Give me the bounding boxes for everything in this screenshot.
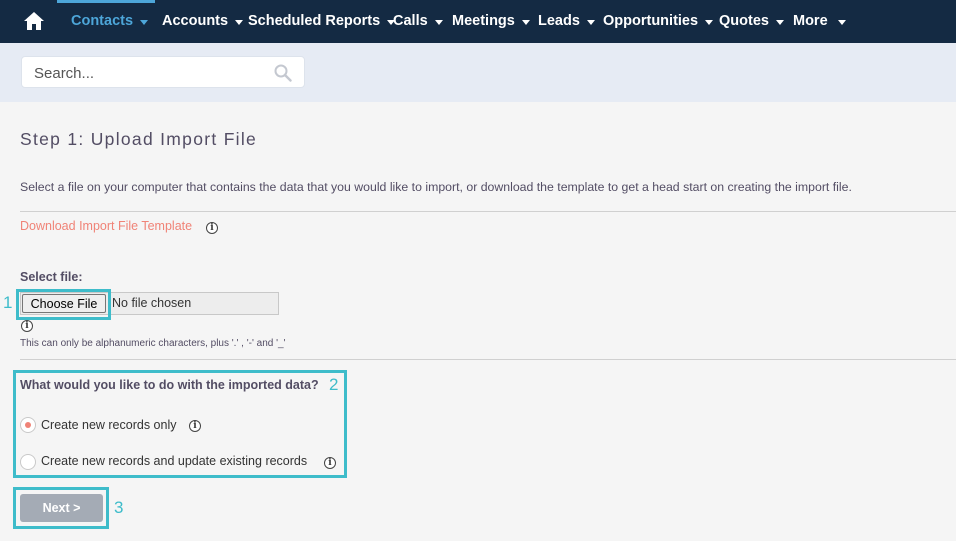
chevron-down-icon xyxy=(775,19,784,25)
nav-item-accounts[interactable]: Accounts xyxy=(162,12,244,30)
callout-number-3: 3 xyxy=(114,498,124,517)
nav-item-calls[interactable]: Calls xyxy=(393,12,443,30)
info-icon[interactable]: i xyxy=(21,320,33,332)
nav-item-label: Quotes xyxy=(719,13,769,29)
search-input[interactable] xyxy=(34,63,274,83)
nav-item-opportunities[interactable]: Opportunities xyxy=(603,12,714,30)
nav-item-label: Calls xyxy=(393,13,428,29)
nav-item-label: Meetings xyxy=(452,13,515,29)
file-status: No file chosen xyxy=(112,296,192,310)
nav-item-meetings[interactable]: Meetings xyxy=(452,12,530,30)
nav-item-quotes[interactable]: Quotes xyxy=(719,12,784,30)
divider xyxy=(20,211,956,212)
callout-box-3 xyxy=(13,487,109,529)
page-title: Step 1: Upload Import File xyxy=(20,129,258,149)
home-button[interactable] xyxy=(22,10,46,32)
chevron-down-icon xyxy=(140,19,149,25)
chevron-down-icon xyxy=(837,19,846,25)
callout-box-2 xyxy=(13,370,347,478)
download-template-link[interactable]: Download Import File Template xyxy=(20,219,192,233)
nav-item-label: More xyxy=(793,13,828,29)
nav-item-label: Scheduled Reports xyxy=(248,13,381,29)
divider xyxy=(20,359,956,360)
callout-box-1 xyxy=(16,289,111,320)
chevron-down-icon xyxy=(235,19,244,25)
chevron-down-icon xyxy=(521,19,530,25)
nav-item-leads[interactable]: Leads xyxy=(538,12,595,30)
nav-item-label: Contacts xyxy=(71,13,134,29)
top-navigation: Contacts Accounts Scheduled Reports Call… xyxy=(0,0,956,43)
chevron-down-icon xyxy=(434,19,443,25)
chevron-down-icon xyxy=(586,19,595,25)
select-file-label: Select file: xyxy=(20,270,83,284)
callout-number-1: 1 xyxy=(3,293,13,312)
nav-item-scheduled-reports[interactable]: Scheduled Reports xyxy=(248,12,396,30)
home-icon xyxy=(24,12,44,30)
search-box xyxy=(21,56,305,88)
nav-item-label: Accounts xyxy=(162,13,229,29)
active-tab-indicator xyxy=(57,0,155,3)
nav-item-label: Leads xyxy=(538,13,580,29)
search-band xyxy=(0,43,956,102)
nav-item-more[interactable]: More xyxy=(793,12,846,30)
nav-item-contacts[interactable]: Contacts xyxy=(71,12,149,30)
file-name-hint: This can only be alphanumeric characters… xyxy=(20,338,286,349)
callout-number-2: 2 xyxy=(329,375,339,394)
info-icon[interactable]: i xyxy=(206,222,218,234)
intro-text: Select a file on your computer that cont… xyxy=(20,180,852,194)
nav-item-label: Opportunities xyxy=(603,13,699,29)
search-icon[interactable] xyxy=(274,64,292,82)
chevron-down-icon xyxy=(705,19,714,25)
